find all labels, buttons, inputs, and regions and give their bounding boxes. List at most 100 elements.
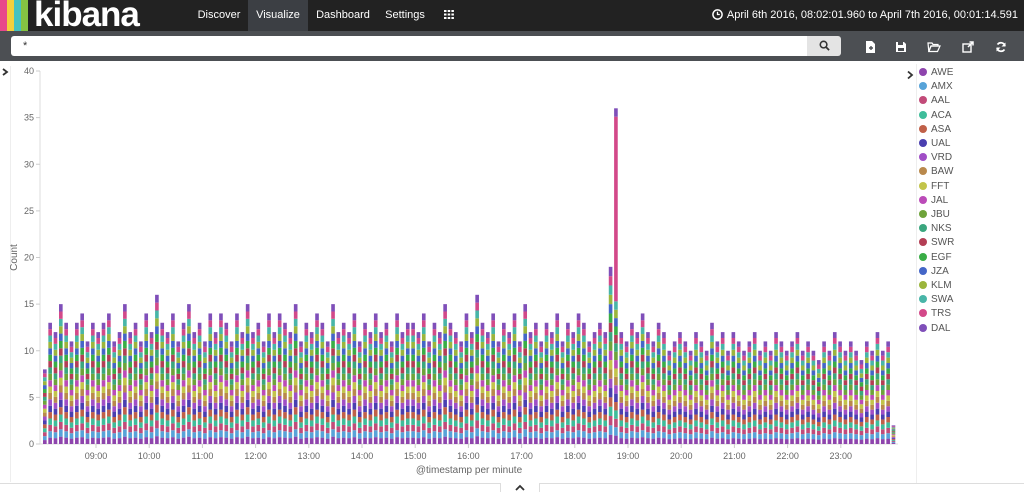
- legend-item[interactable]: BAW: [919, 165, 953, 179]
- bar-segment[interactable]: [848, 427, 853, 434]
- bar-segment[interactable]: [331, 385, 335, 393]
- bar-segment[interactable]: [229, 341, 234, 347]
- bar-segment[interactable]: [752, 367, 757, 374]
- bar-segment[interactable]: [432, 348, 437, 355]
- bar-segment[interactable]: [53, 367, 58, 374]
- bar-segment[interactable]: [486, 373, 490, 380]
- bar-segment[interactable]: [534, 367, 538, 374]
- bar-segment[interactable]: [491, 409, 495, 417]
- bar-segment[interactable]: [347, 396, 351, 403]
- bar-segment[interactable]: [261, 427, 266, 434]
- bar-segment[interactable]: [288, 402, 293, 409]
- bar-segment[interactable]: [758, 414, 762, 420]
- bar-segment[interactable]: [219, 347, 223, 355]
- bar-segment[interactable]: [699, 379, 704, 385]
- bar-segment[interactable]: [848, 373, 853, 380]
- bar-segment[interactable]: [443, 311, 447, 319]
- bar-segment[interactable]: [507, 355, 511, 362]
- bar-segment[interactable]: [203, 433, 207, 439]
- bar-segment[interactable]: [864, 363, 869, 369]
- bar-segment[interactable]: [646, 414, 650, 421]
- bar-segment[interactable]: [832, 385, 837, 391]
- bar-segment[interactable]: [619, 373, 624, 380]
- bar-segment[interactable]: [432, 322, 437, 330]
- bar-segment[interactable]: [80, 313, 84, 321]
- bar-segment[interactable]: [240, 379, 245, 386]
- bar-segment[interactable]: [731, 337, 736, 344]
- bar-segment[interactable]: [261, 346, 266, 353]
- bar-segment[interactable]: [779, 427, 784, 434]
- bar-segment[interactable]: [336, 414, 341, 421]
- bar-segment[interactable]: [704, 439, 709, 444]
- bar-segment[interactable]: [48, 380, 52, 387]
- bar-segment[interactable]: [293, 318, 298, 327]
- bar-segment[interactable]: [459, 417, 463, 423]
- bar-segment[interactable]: [534, 361, 538, 368]
- bar-segment[interactable]: [784, 424, 789, 430]
- bar-segment[interactable]: [854, 360, 858, 366]
- bar-segment[interactable]: [710, 367, 714, 374]
- bar-segment[interactable]: [101, 329, 106, 336]
- bar-segment[interactable]: [277, 320, 282, 328]
- bar-segment[interactable]: [373, 382, 378, 390]
- bar-segment[interactable]: [416, 385, 421, 391]
- bar-segment[interactable]: [507, 332, 511, 338]
- bar-segment[interactable]: [539, 384, 544, 391]
- bar-segment[interactable]: [534, 354, 538, 362]
- bar-segment[interactable]: [715, 341, 720, 347]
- bar-segment[interactable]: [848, 422, 853, 428]
- bar-segment[interactable]: [576, 402, 581, 410]
- bar-segment[interactable]: [656, 354, 661, 362]
- bar-segment[interactable]: [891, 425, 896, 427]
- bar-segment[interactable]: [325, 341, 330, 347]
- bar-segment[interactable]: [128, 414, 133, 421]
- bar-segment[interactable]: [667, 399, 672, 405]
- bar-segment[interactable]: [384, 431, 389, 438]
- bar-segment[interactable]: [213, 361, 218, 368]
- bar-segment[interactable]: [117, 343, 122, 350]
- bar-segment[interactable]: [646, 349, 650, 356]
- bar-segment[interactable]: [859, 435, 864, 440]
- bar-segment[interactable]: [688, 355, 693, 361]
- bar-segment[interactable]: [603, 332, 608, 338]
- bar-segment[interactable]: [197, 399, 202, 406]
- bar-segment[interactable]: [304, 392, 309, 400]
- bar-segment[interactable]: [758, 424, 762, 430]
- bar-segment[interactable]: [315, 327, 319, 335]
- bar-segment[interactable]: [598, 431, 602, 438]
- bar-segment[interactable]: [341, 386, 346, 393]
- bar-segment[interactable]: [795, 414, 800, 421]
- bar-segment[interactable]: [48, 373, 52, 381]
- bar-segment[interactable]: [405, 335, 410, 342]
- bar-segment[interactable]: [277, 423, 282, 431]
- bar-segment[interactable]: [336, 396, 341, 403]
- bar-segment[interactable]: [267, 334, 271, 341]
- bar-segment[interactable]: [491, 375, 495, 383]
- bar-segment[interactable]: [400, 349, 405, 356]
- bar-segment[interactable]: [512, 402, 517, 410]
- bar-segment[interactable]: [496, 438, 501, 444]
- bar-segment[interactable]: [795, 379, 800, 386]
- bar-segment[interactable]: [571, 367, 576, 374]
- bar-segment[interactable]: [384, 405, 389, 413]
- bar-segment[interactable]: [64, 412, 68, 419]
- bar-segment[interactable]: [528, 349, 533, 356]
- bar-segment[interactable]: [432, 373, 437, 381]
- bar-segment[interactable]: [667, 404, 672, 410]
- bar-segment[interactable]: [171, 320, 175, 328]
- bar-segment[interactable]: [491, 354, 495, 362]
- bar-segment[interactable]: [822, 406, 826, 412]
- bar-segment[interactable]: [421, 409, 426, 417]
- bar-segment[interactable]: [187, 370, 191, 378]
- bar-segment[interactable]: [475, 349, 479, 358]
- bar-segment[interactable]: [672, 373, 677, 380]
- bar-segment[interactable]: [646, 355, 650, 362]
- bar-segment[interactable]: [245, 392, 250, 400]
- bar-segment[interactable]: [854, 409, 858, 415]
- bar-segment[interactable]: [822, 427, 826, 434]
- bar-segment[interactable]: [69, 400, 74, 407]
- bar-segment[interactable]: [704, 424, 709, 430]
- bar-segment[interactable]: [117, 396, 122, 403]
- bar-segment[interactable]: [123, 318, 127, 327]
- bar-segment[interactable]: [427, 363, 431, 369]
